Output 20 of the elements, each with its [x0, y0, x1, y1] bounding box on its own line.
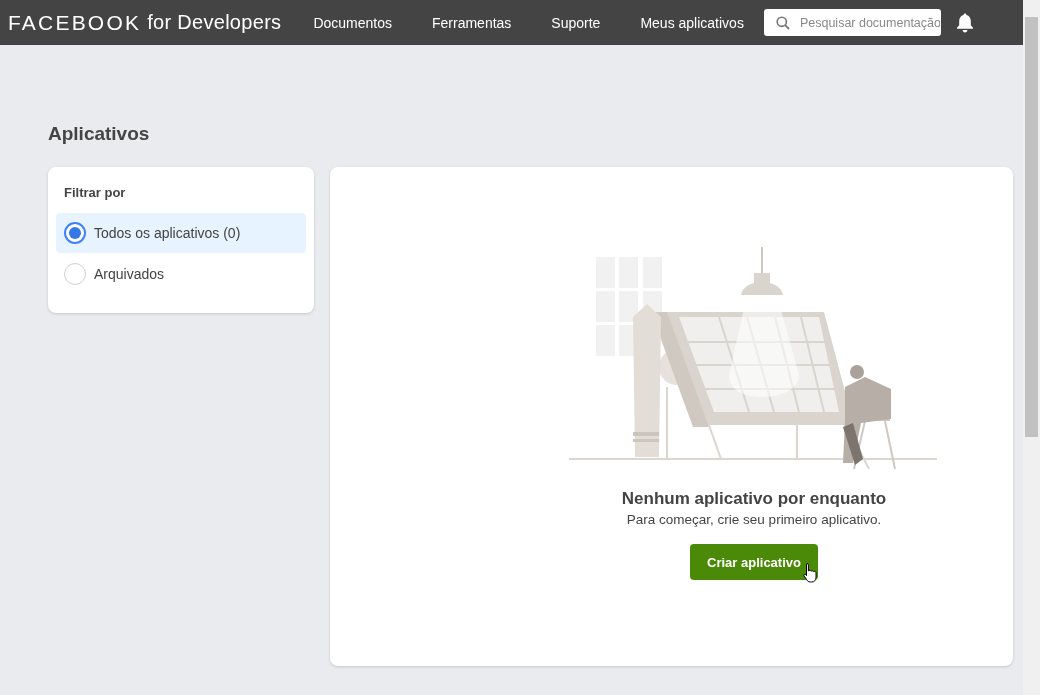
- nav-link[interactable]: Meus aplicativos: [620, 14, 764, 31]
- search-icon: [775, 15, 790, 30]
- notification-bell-icon[interactable]: [954, 12, 975, 33]
- nav-link[interactable]: Suporte: [531, 14, 621, 31]
- nav-link[interactable]: Documentos: [293, 14, 412, 31]
- hand-cursor-icon: [803, 562, 818, 583]
- filter-option[interactable]: Arquivados: [56, 254, 306, 294]
- nav-link[interactable]: Ferramentas: [412, 14, 532, 31]
- page-title: Aplicativos: [48, 123, 151, 146]
- empty-state-message: Para começar, crie seu primeiro aplicativo.: [626, 512, 882, 527]
- search-field[interactable]: Pesquisar documentação: [763, 9, 941, 36]
- create-app-button[interactable]: Criar aplicativo: [690, 544, 818, 580]
- scrollbar[interactable]: [1023, 0, 1040, 695]
- radio-button[interactable]: [64, 222, 86, 244]
- empty-state-heading: Nenhum aplicativo por enquanto: [621, 489, 887, 509]
- filter-option[interactable]: Todos os aplicativos (0): [56, 213, 306, 253]
- brand-subtitle[interactable]: for Developers: [147, 11, 282, 34]
- brand-wordmark[interactable]: FACEBOOK: [8, 10, 142, 35]
- radio-button[interactable]: [64, 263, 86, 285]
- filter-title: Filtrar por: [64, 185, 127, 200]
